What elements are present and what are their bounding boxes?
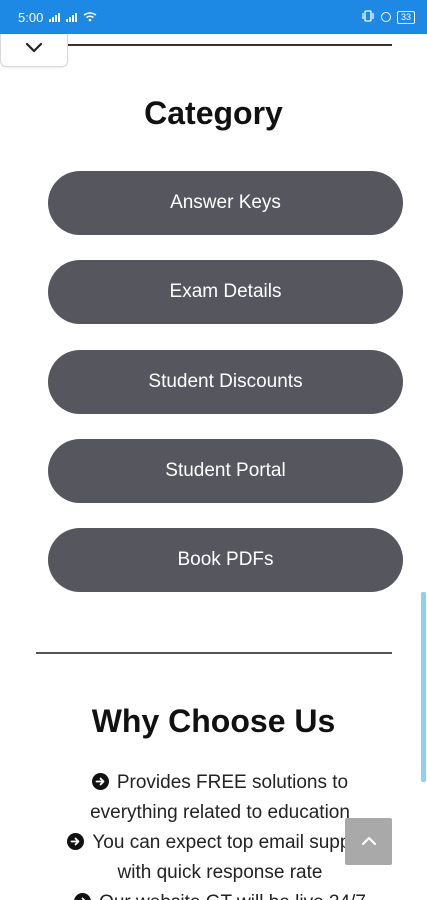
back-to-top-button[interactable] [345,818,392,865]
status-bar: 5:00 33 [0,0,427,34]
status-right: 33 [361,9,415,25]
status-time: 5:00 [18,9,44,25]
chevron-up-icon [361,833,377,851]
status-left: 5:00 [18,10,97,25]
collapse-toggle[interactable] [0,34,68,67]
page: 5:00 33 Category Answer Keys Exam Detail… [0,0,427,900]
top-divider [68,44,392,46]
student-discounts-button[interactable]: Student Discounts [48,350,403,414]
section-divider [36,652,392,654]
answer-keys-button[interactable]: Answer Keys [48,171,403,235]
feature-item: You can expect top email support with qu… [60,828,380,888]
arrow-circle-right-icon [74,893,92,900]
feature-list: Provides FREE solutions to everything re… [60,768,380,900]
why-choose-us-title: Why Choose Us [91,703,336,739]
book-pdfs-button[interactable]: Book PDFs [48,528,403,592]
vibrate-icon [361,9,375,25]
alarm-icon [380,12,391,22]
signal-icon [49,12,61,22]
student-portal-button[interactable]: Student Portal [48,439,403,503]
exam-details-button[interactable]: Exam Details [48,260,403,324]
feature-text: Our website GT will be live 24/7 [99,892,366,900]
feature-text: You can expect top email support with qu… [92,832,373,883]
wifi-icon [83,10,97,25]
category-title: Category [144,95,283,131]
feature-text: Provides FREE solutions to everything re… [90,772,350,823]
chevron-down-icon [25,41,43,59]
arrow-circle-right-icon [91,773,109,790]
signal-icon-2 [66,12,78,22]
feature-item: Our website GT will be live 24/7 [60,888,380,900]
scroll-indicator[interactable] [421,592,426,782]
feature-item: Provides FREE solutions to everything re… [60,768,380,828]
battery-icon: 33 [396,10,415,24]
arrow-circle-right-icon [67,833,85,850]
